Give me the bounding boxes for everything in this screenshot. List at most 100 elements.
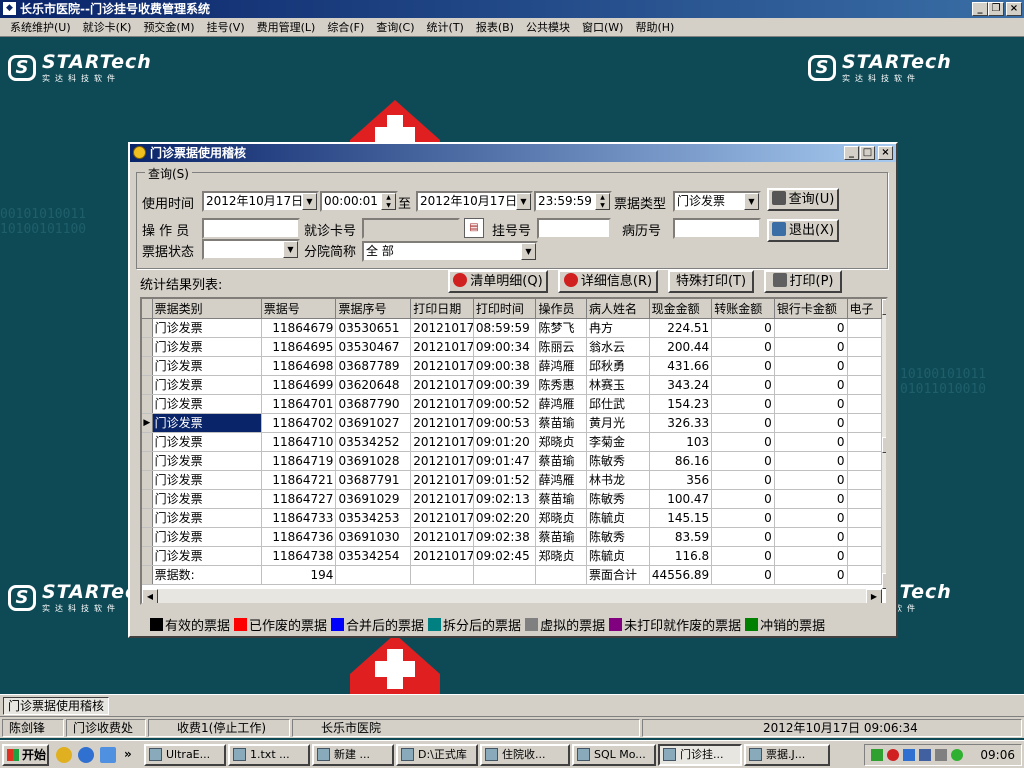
table-cell[interactable]: 陈丽云 [535, 337, 587, 357]
table-cell[interactable]: 0 [774, 432, 848, 452]
table-cell[interactable]: 0 [711, 489, 775, 509]
table-cell[interactable]: 薛鸿雁 [535, 356, 587, 376]
column-header[interactable]: 银行卡金额 [774, 299, 848, 319]
table-cell[interactable]: 门诊发票 [152, 432, 262, 452]
table-cell[interactable]: 邱秋勇 [586, 356, 650, 376]
table-cell[interactable] [847, 451, 883, 471]
close-button[interactable]: × [1006, 2, 1022, 16]
reg-input[interactable] [537, 218, 611, 239]
table-cell[interactable]: 224.51 [649, 318, 713, 338]
table-cell[interactable]: 0 [774, 489, 848, 509]
table-cell[interactable]: 11864710 [261, 432, 337, 452]
table-cell[interactable]: 11864702 [261, 413, 337, 433]
table-cell[interactable]: 20121017 [410, 413, 474, 433]
table-cell[interactable]: 林赛玉 [586, 375, 650, 395]
table-cell[interactable]: 09:00:52 [473, 394, 537, 414]
table-cell[interactable]: 326.33 [649, 413, 713, 433]
table-cell[interactable]: 356 [649, 470, 713, 490]
table-cell[interactable]: 0 [711, 356, 775, 376]
table-cell[interactable]: 0 [774, 337, 848, 357]
table-cell[interactable]: 0 [711, 527, 775, 547]
table-cell[interactable]: 门诊发票 [152, 470, 262, 490]
table-cell[interactable]: 116.8 [649, 546, 713, 566]
table-cell[interactable]: 20121017 [410, 337, 474, 357]
taskbar-button[interactable]: UltraE... [144, 744, 226, 766]
menu-item[interactable]: 公共模块 [520, 19, 576, 35]
table-cell[interactable]: 0 [774, 413, 848, 433]
start-date-picker[interactable]: 2012年10月17日 ▼ [202, 191, 319, 212]
table-cell[interactable]: 0 [711, 546, 775, 566]
table-cell[interactable]: 11864699 [261, 375, 337, 395]
table-cell[interactable]: 邱仕武 [586, 394, 650, 414]
row-indicator[interactable] [142, 470, 153, 490]
print-button[interactable]: 打印(P) [764, 270, 842, 293]
table-cell[interactable]: 20121017 [410, 451, 474, 471]
ie-icon[interactable] [78, 747, 94, 763]
table-cell[interactable]: 门诊发票 [152, 451, 262, 471]
table-cell[interactable]: 03530467 [335, 337, 412, 357]
tray-icon[interactable] [951, 749, 963, 761]
table-cell[interactable]: 0 [774, 527, 848, 547]
row-indicator[interactable] [142, 489, 153, 509]
table-cell[interactable]: 09:02:13 [473, 489, 537, 509]
table-cell[interactable]: 0 [774, 451, 848, 471]
table-row[interactable]: 门诊发票 11864736 03691030 20121017 09:02:38 蔡苗瑜陈… [142, 527, 883, 547]
start-button[interactable]: 开始 [2, 744, 49, 766]
table-cell[interactable]: 李菊金 [586, 432, 650, 452]
row-indicator[interactable] [142, 432, 153, 452]
table-cell[interactable]: 09:00:38 [473, 356, 537, 376]
row-indicator[interactable] [142, 546, 153, 566]
table-cell[interactable]: 黄月光 [586, 413, 650, 433]
tray-icon[interactable] [903, 749, 915, 761]
column-header[interactable]: 病人姓名 [586, 299, 650, 319]
horizontal-scrollbar[interactable]: ◀ ▶ [142, 589, 882, 603]
table-row[interactable]: ▶ 门诊发票 11864702 03691027 20121017 09:00:53 蔡苗瑜… [142, 413, 883, 433]
card-input[interactable] [362, 218, 460, 239]
end-date-picker[interactable]: 2012年10月17日 ▼ [416, 191, 533, 212]
vertical-scrollbar[interactable]: ▲ ▼ [882, 299, 886, 589]
menu-item[interactable]: 报表(B) [470, 19, 520, 35]
menu-item[interactable]: 综合(F) [321, 19, 370, 35]
table-cell[interactable]: 门诊发票 [152, 318, 262, 338]
table-cell[interactable]: 200.44 [649, 337, 713, 357]
table-cell[interactable]: 蔡苗瑜 [535, 451, 587, 471]
table-cell[interactable]: 03687789 [335, 356, 412, 376]
column-header[interactable]: 电子 [847, 299, 883, 319]
table-cell[interactable]: 09:01:47 [473, 451, 537, 471]
table-cell[interactable]: 薛鸿雁 [535, 470, 587, 490]
table-cell[interactable]: 0 [774, 356, 848, 376]
branch-select[interactable]: 全 部 ▼ [362, 241, 538, 262]
row-indicator[interactable] [142, 375, 153, 395]
table-cell[interactable]: 0 [711, 337, 775, 357]
record-input[interactable] [673, 218, 761, 239]
table-row[interactable]: 门诊发票 11864721 03687791 20121017 09:01:52 薛鸿雁林… [142, 470, 883, 490]
table-cell[interactable]: 09:00:53 [473, 413, 537, 433]
table-cell[interactable] [847, 432, 883, 452]
table-cell[interactable] [847, 470, 883, 490]
table-row[interactable]: 门诊发票 11864710 03534252 20121017 09:01:20 郑晓贞李… [142, 432, 883, 452]
mdi-tab[interactable]: 门诊票据使用稽核 [3, 697, 110, 715]
table-cell[interactable]: 0 [711, 375, 775, 395]
column-header[interactable]: 打印日期 [410, 299, 474, 319]
table-cell[interactable]: 蔡苗瑜 [535, 527, 587, 547]
menu-item[interactable]: 系统维护(U) [4, 19, 77, 35]
table-cell[interactable]: 11864698 [261, 356, 337, 376]
table-cell[interactable]: 11864719 [261, 451, 337, 471]
column-header[interactable]: 票据号 [261, 299, 337, 319]
table-cell[interactable]: 20121017 [410, 470, 474, 490]
app-title-bar[interactable]: ◆ 长乐市医院--门诊挂号收费管理系统 _ ❐ × [0, 0, 1024, 18]
table-cell[interactable]: 0 [711, 470, 775, 490]
tray-icon[interactable] [871, 749, 883, 761]
dialog-maximize-button[interactable]: □ [860, 146, 875, 160]
query-button[interactable]: 查询(U) [767, 188, 839, 211]
exit-button[interactable]: 退出(X) [767, 219, 839, 242]
table-row[interactable]: 门诊发票 11864701 03687790 20121017 09:00:52 薛鸿雁邱… [142, 394, 883, 414]
taskbar-button[interactable]: 门诊挂... [658, 744, 742, 766]
table-row[interactable]: 门诊发票 11864679 03530651 20121017 08:59:59 陈梦飞冉… [142, 318, 883, 338]
table-cell[interactable]: 03691027 [335, 413, 412, 433]
table-cell[interactable]: 陈梦飞 [535, 318, 587, 338]
table-cell[interactable]: 0 [774, 394, 848, 414]
start-time-spinner[interactable]: 00:00:01 ▲ ▼ [320, 191, 398, 212]
table-cell[interactable]: 冉方 [586, 318, 650, 338]
table-cell[interactable]: 林书龙 [586, 470, 650, 490]
